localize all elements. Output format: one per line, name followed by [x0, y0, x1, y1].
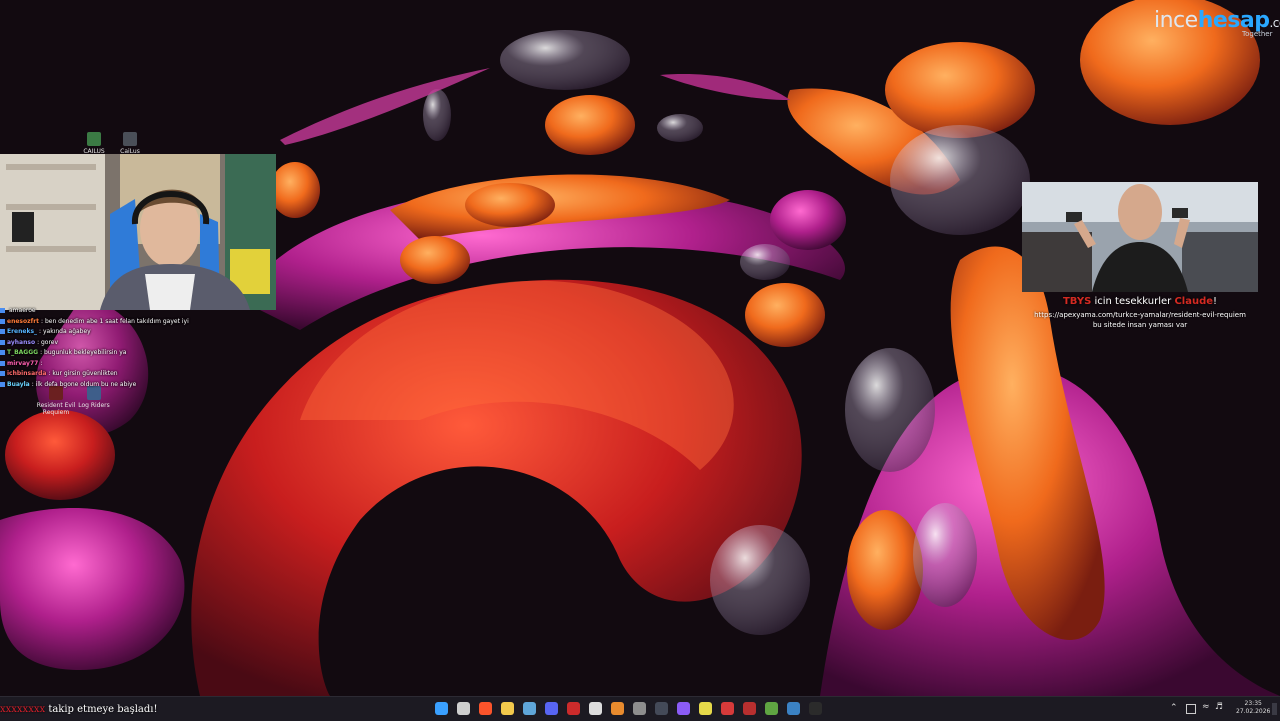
chat-text: : ilk defa bgone oldum bu ne abiye: [31, 380, 137, 388]
chat-username: ichbinsarda: [7, 370, 47, 377]
badge-icon: [0, 371, 5, 376]
app-blue-icon[interactable]: [787, 702, 800, 715]
brand-subtitle: Together: [1242, 30, 1273, 38]
chat-text: : ben denedim abe 1 saat felan takıldım …: [41, 317, 189, 325]
stream-chat-overlay: amaeroe enesozfrt: ben denedim abe 1 saa…: [0, 306, 189, 416]
taskbar-clock[interactable]: 23:35 27.02.2026: [1236, 700, 1270, 716]
chat-message: T_BAGGG: bugunluk bekleyebilirsin ya: [0, 348, 170, 359]
follow-alert: xxxxxxxx takip etmeye başladı!: [0, 704, 158, 715]
chat-message: Buayla: ilk defa bgone oldum bu ne abiye: [0, 380, 170, 391]
webcam-feed: [0, 154, 276, 310]
app-gray-icon[interactable]: [633, 702, 646, 715]
chat-text: amaeroe: [9, 307, 36, 314]
chat-message: amaeroe: [0, 306, 170, 317]
badge-icon: [0, 339, 5, 345]
discord-icon[interactable]: [545, 702, 558, 715]
steam-icon[interactable]: [523, 702, 536, 715]
chat-message: mirvay77:: [0, 359, 170, 370]
badge-icon: [0, 329, 5, 334]
chat-message: Ereneks_: yakında ağabey: [0, 327, 170, 338]
donation-title: TBYS icin tesekkurler Claude!: [1022, 296, 1258, 307]
app-orange-icon[interactable]: [611, 702, 624, 715]
desktop-wallpaper: [0, 0, 1280, 696]
file-explorer-icon[interactable]: [501, 702, 514, 715]
app-red2-icon[interactable]: [721, 702, 734, 715]
chat-username: mirvay77: [7, 359, 39, 367]
webcam-overlay: [0, 154, 276, 310]
donation-message: https://apexyama.com/turkce-yamalar/resi…: [1034, 311, 1246, 329]
chat-text: : bugunluk bekleyebilirsin ya: [40, 349, 127, 356]
badge-icon: [0, 318, 5, 324]
chat-message: enesozfrt: ben denedim abe 1 saat felan …: [0, 317, 189, 328]
tray-chevron-icon[interactable]: ⌃: [1170, 703, 1178, 713]
obs-icon[interactable]: [655, 702, 668, 715]
app-red-icon[interactable]: [567, 702, 580, 715]
desktop-icon-cailus-2[interactable]: CaiLus: [108, 132, 152, 155]
chat-text: :: [40, 359, 43, 367]
donation-alert-media: [1022, 182, 1258, 292]
app-red3-icon[interactable]: [743, 702, 756, 715]
search-icon[interactable]: [457, 702, 470, 715]
brave-browser-icon[interactable]: [479, 702, 492, 715]
chat-message: ichbinsarda: kur girsin güvenlikten: [0, 369, 170, 380]
epic-games-icon[interactable]: [589, 702, 602, 715]
volume-icon[interactable]: ♬: [1215, 702, 1223, 712]
chat-username: enesozfrt: [7, 317, 40, 325]
donation-video: [1022, 182, 1258, 292]
chat-text: : yakında ağabey: [39, 328, 91, 335]
badge-icon: [0, 308, 5, 313]
chat-username: Buayla: [7, 380, 30, 388]
badge-icon: [0, 360, 5, 366]
brand-suffix: .com: [1269, 16, 1280, 30]
chat-text: : gorev: [37, 338, 59, 346]
tray-app-icon[interactable]: [1186, 704, 1196, 714]
app-dark-icon[interactable]: [809, 702, 822, 715]
show-desktop-button[interactable]: [1272, 703, 1277, 715]
app-yellow-icon[interactable]: [699, 702, 712, 715]
badge-icon: [0, 350, 5, 355]
chat-username: Ereneks_: [7, 328, 38, 335]
follow-alert-text: takip etmeye başladı!: [48, 704, 158, 715]
taskbar: ⌃ ≈ ♬ 23:35 27.02.2026: [0, 696, 1280, 721]
wifi-icon[interactable]: ≈: [1202, 702, 1210, 712]
badge-icon: [0, 381, 5, 387]
follower-username: xxxxxxxx: [0, 704, 46, 715]
windows-start-icon[interactable]: [435, 702, 448, 715]
clock-time: 23:35: [1244, 700, 1262, 707]
app-shortcut-icon: [123, 132, 137, 146]
chat-message: ayhanso: gorev: [0, 338, 170, 349]
chat-username: T_BAGGG: [7, 349, 39, 356]
streamer-name: Claude: [1174, 296, 1214, 307]
donation-exclaim: !: [1213, 296, 1218, 307]
minecraft-icon[interactable]: [765, 702, 778, 715]
app-purple-icon[interactable]: [677, 702, 690, 715]
chat-username: ayhanso: [7, 338, 36, 346]
brand-name-part1: ince: [1154, 8, 1198, 33]
donation-thanks-text: icin tesekkurler: [1094, 296, 1172, 307]
chat-text: : kur girsin güvenlikten: [48, 370, 118, 377]
donor-name: TBYS: [1062, 296, 1092, 307]
clock-date: 27.02.2026: [1236, 708, 1271, 715]
app-shortcut-icon: [87, 132, 101, 146]
